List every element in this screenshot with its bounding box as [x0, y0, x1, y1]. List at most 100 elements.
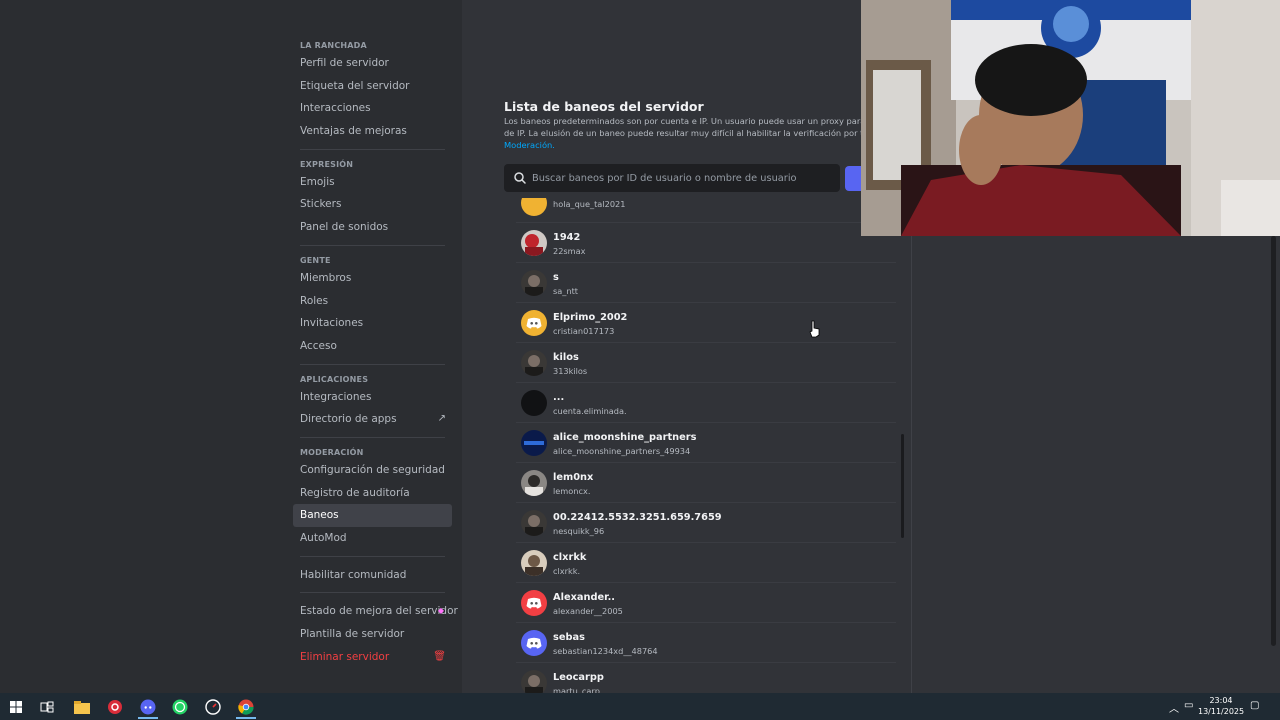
section-header-gente: GENTE	[300, 255, 331, 265]
ban-username: sa_ntt	[553, 286, 578, 296]
separator	[300, 436, 445, 438]
divider	[911, 236, 912, 693]
sidebar-nav: LA RANCHADA Perfil de servidor Etiqueta de…	[293, 38, 458, 669]
section-header-la-ranchada: LA RANCHADA	[300, 41, 367, 50]
external-link-icon: ↗	[437, 413, 446, 425]
ban-username: 22smax	[553, 246, 586, 256]
ban-display-name: ...	[553, 392, 565, 403]
separator	[300, 148, 445, 150]
ban-row[interactable]: Alexander.. alexander__2005	[516, 585, 896, 623]
sidebar-item-configuracion-de-seguridad[interactable]: Configuración de seguridad	[293, 459, 452, 482]
search-input[interactable]	[532, 164, 832, 192]
sidebar-item-stickers[interactable]: Stickers	[293, 193, 452, 216]
app-red-icon[interactable]	[105, 697, 125, 717]
sidebar-item-directorio-de-apps[interactable]: Directorio de apps ↗	[293, 408, 452, 431]
user-avatar	[521, 550, 547, 576]
separator	[300, 363, 445, 365]
user-avatar	[521, 630, 547, 656]
sidebar-item-etiqueta-del-servidor[interactable]: Etiqueta del servidor	[293, 75, 452, 98]
ban-row[interactable]: hola_que_tal2021	[516, 198, 896, 223]
separator	[300, 592, 445, 594]
webcam-overlay	[861, 0, 1280, 236]
page-title: Lista de baneos del servidor	[504, 99, 704, 114]
user-avatar	[521, 310, 547, 336]
ban-username: cuenta.eliminada.	[553, 406, 627, 416]
ban-row[interactable]: kilos 313kilos	[516, 345, 896, 383]
ban-row[interactable]: Leocarpp martu_carp	[516, 665, 896, 693]
sidebar-item-integraciones[interactable]: Integraciones	[293, 386, 452, 409]
discord-taskbar-icon[interactable]	[138, 697, 158, 717]
search-icon	[514, 172, 526, 184]
ban-row[interactable]: alice_moonshine_partners alice_moonshine_…	[516, 425, 896, 463]
sidebar-item-emojis[interactable]: Emojis	[293, 171, 452, 194]
ban-username: sebastian1234xd__48764	[553, 646, 658, 656]
ban-username: clxrkk.	[553, 566, 581, 576]
ban-row[interactable]: sebas sebastian1234xd__48764	[516, 625, 896, 663]
sidebar-item-roles[interactable]: Roles	[293, 290, 452, 313]
sidebar-item-perfil-de-servidor[interactable]: Perfil de servidor	[293, 52, 452, 75]
sidebar-item-baneos[interactable]: Baneos	[293, 504, 452, 527]
ban-row[interactable]: Elprimo_2002 cristian017173	[516, 305, 896, 343]
ban-username: cristian017173	[553, 326, 615, 336]
sidebar-item-panel-de-sonidos[interactable]: Panel de sonidos	[293, 216, 452, 239]
sidebar-item-label: Integraciones	[300, 390, 372, 403]
windows-start-icon[interactable]	[6, 697, 26, 717]
page-scrollbar[interactable]	[1271, 236, 1276, 646]
ban-display-name: alice_moonshine_partners	[553, 432, 697, 443]
chevron-up-icon[interactable]: ︿	[1169, 700, 1179, 715]
user-avatar	[521, 390, 547, 416]
ban-display-name: Leocarpp	[553, 672, 604, 683]
file-explorer-icon[interactable]	[72, 697, 92, 717]
task-view-icon[interactable]	[37, 697, 57, 717]
sidebar-item-eliminar-servidor[interactable]: Eliminar servidor 🗑	[293, 646, 452, 669]
sidebar-item-label: Estado de mejora del servidor	[300, 605, 458, 618]
sidebar-item-label: Eliminar servidor	[300, 650, 390, 663]
sidebar-item-estado-de-mejora-del-servidor[interactable]: Estado de mejora del servidor ◆	[293, 600, 458, 623]
sidebar-item-interacciones[interactable]: Interacciones	[293, 97, 452, 120]
sidebar-item-plantilla-de-servidor[interactable]: Plantilla de servidor	[293, 623, 452, 646]
hand-cursor-icon	[809, 320, 820, 338]
taskbar: ︿ ▭ ▢ 23:04 13/11/2025	[0, 693, 1280, 720]
ban-row[interactable]: 00.22412.5532.3251.659.7659 nesquikk_96	[516, 505, 896, 543]
sidebar-item-registro-de-auditoria[interactable]: Registro de auditoría	[293, 482, 452, 505]
system-clock[interactable]: 23:04 13/11/2025	[1198, 695, 1244, 717]
sidebar-item-label: Habilitar comunidad	[300, 568, 407, 581]
ban-search-box[interactable]	[504, 164, 840, 192]
sidebar-item-label: Directorio de apps	[300, 413, 397, 426]
speedometer-icon[interactable]	[203, 697, 223, 717]
network-icon[interactable]: ▭	[1184, 700, 1193, 711]
sidebar-item-miembros[interactable]: Miembros	[293, 267, 452, 290]
ban-row[interactable]: 1942 22smax	[516, 225, 896, 263]
page-description: Los baneos predeterminados son por cuent…	[504, 115, 904, 151]
ban-display-name: s	[553, 272, 559, 283]
sidebar-item-acceso[interactable]: Acceso	[293, 335, 452, 358]
separator	[300, 555, 445, 557]
ban-display-name: kilos	[553, 352, 579, 363]
moderation-link[interactable]: Moderación.	[504, 140, 555, 150]
description-line-2: de IP. La elusión de un baneo puede resu…	[504, 128, 895, 138]
section-header-moderacion: MODERACIÓN	[300, 447, 364, 457]
ban-username: lemoncx.	[553, 486, 591, 496]
sidebar-item-label: Invitaciones	[300, 317, 364, 330]
ban-row[interactable]: clxrkk clxrkk.	[516, 545, 896, 583]
notification-icon[interactable]: ▢	[1250, 700, 1259, 711]
ban-list: hola_que_tal2021 1942 22smax s sa_ntt Elprimo…	[516, 198, 896, 693]
chrome-icon[interactable]	[236, 697, 256, 717]
sidebar-item-automod[interactable]: AutoMod	[293, 527, 452, 550]
ban-username: martu_carp	[553, 686, 600, 693]
ban-row[interactable]: s sa_ntt	[516, 265, 896, 303]
sidebar-item-label: Baneos	[300, 509, 339, 522]
ban-row[interactable]: lem0nx lemoncx.	[516, 465, 896, 503]
sidebar-item-habilitar-comunidad[interactable]: Habilitar comunidad	[293, 564, 452, 587]
sidebar-item-ventajas-de-mejoras[interactable]: Ventajas de mejoras	[293, 120, 452, 143]
user-avatar	[521, 470, 547, 496]
user-avatar	[521, 230, 547, 256]
whatsapp-icon[interactable]	[170, 697, 190, 717]
sidebar-item-label: Registro de auditoría	[300, 486, 410, 499]
ban-row[interactable]: ... cuenta.eliminada.	[516, 385, 896, 423]
ban-display-name: 00.22412.5532.3251.659.7659	[553, 512, 722, 523]
user-avatar	[521, 510, 547, 536]
sidebar-item-invitaciones[interactable]: Invitaciones	[293, 312, 452, 335]
user-avatar	[521, 590, 547, 616]
ban-list-scrollbar[interactable]	[901, 434, 904, 538]
